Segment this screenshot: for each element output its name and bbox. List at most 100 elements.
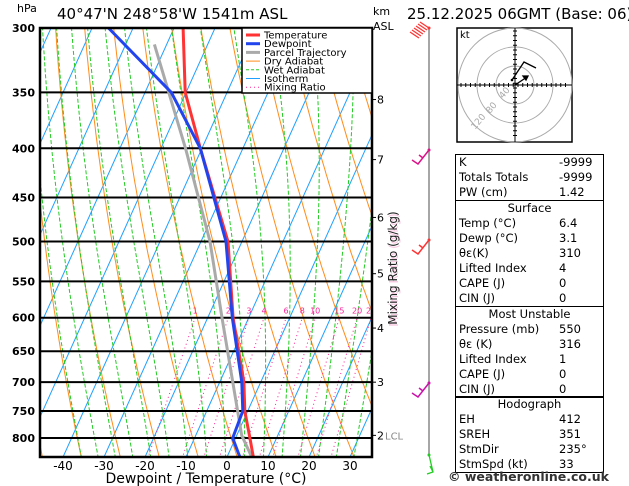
altitude-tick-label: 7 bbox=[377, 154, 384, 167]
pressure-tick-label: 450 bbox=[12, 191, 35, 204]
index-label: CIN (J) bbox=[459, 291, 496, 305]
wet-adiabat-line bbox=[104, 28, 170, 457]
index-label: CIN (J) bbox=[459, 382, 496, 396]
index-row: Lifted Index 4 bbox=[456, 261, 603, 276]
pressure-tick-label: 600 bbox=[12, 312, 35, 325]
isotherm-line bbox=[40, 28, 216, 419]
index-value: 6.4 bbox=[559, 216, 578, 230]
index-value: 3.1 bbox=[559, 231, 578, 245]
mixing-ratio-label: 8 bbox=[300, 307, 305, 316]
index-label: θε (K) bbox=[459, 337, 493, 351]
index-value: 0 bbox=[559, 382, 567, 396]
altitude-tick-label: 4 bbox=[377, 322, 384, 335]
index-value: 310 bbox=[559, 246, 581, 260]
mixing-ratio-label: 20 bbox=[352, 307, 362, 316]
x-axis-title: Dewpoint / Temperature (°C) bbox=[106, 471, 307, 486]
indices-table-most-unstable: Most Unstable Pressure (mb) 550 θε (K) 316 L… bbox=[455, 306, 604, 398]
pressure-tick-label: 750 bbox=[12, 405, 35, 418]
wind-barb-flag bbox=[419, 21, 430, 29]
wind-barb-dot bbox=[427, 26, 431, 30]
index-value: 351 bbox=[559, 427, 581, 441]
wind-barb bbox=[409, 21, 431, 39]
pressure-tick-label: 350 bbox=[12, 86, 35, 99]
index-row: CAPE (J) 0 bbox=[456, 276, 603, 291]
dry-adiabat-line bbox=[605, 21, 629, 458]
wind-barb bbox=[411, 381, 431, 399]
index-value: 235° bbox=[559, 442, 587, 456]
hodograph-trace-start bbox=[510, 78, 514, 82]
hodograph: kt4080120 bbox=[456, 27, 573, 143]
wind-barb bbox=[411, 148, 431, 166]
index-label: Temp (°C) bbox=[459, 216, 517, 230]
index-label: StmDir bbox=[459, 442, 499, 456]
index-value: 0 bbox=[559, 291, 567, 305]
temperature-tick-label: -40 bbox=[53, 459, 73, 473]
wet-adiabat-line bbox=[199, 28, 246, 457]
wind-barb-flag bbox=[417, 23, 428, 31]
mixing-ratio-label: 15 bbox=[334, 307, 344, 316]
index-row: Temp (°C) 6.4 bbox=[456, 216, 603, 231]
pressure-tick-label: 300 bbox=[12, 22, 35, 35]
wind-barb-dot bbox=[427, 148, 431, 152]
section-title: Most Unstable bbox=[488, 307, 571, 321]
mixing-ratio-label: 6 bbox=[284, 307, 289, 316]
index-row: EH 412 bbox=[456, 412, 603, 427]
index-value: 1.42 bbox=[559, 185, 585, 199]
mixing-ratio-label: 4 bbox=[261, 307, 266, 316]
pressure-tick-label: 500 bbox=[12, 236, 35, 249]
index-row: θε(K) 310 bbox=[456, 246, 603, 261]
wind-barb-dot bbox=[427, 238, 431, 242]
parcel-trajectory-line bbox=[152, 43, 254, 457]
altitude-tick-label: 8 bbox=[377, 94, 384, 107]
index-label: θε(K) bbox=[459, 246, 489, 260]
indices-table-hodograph: Hodograph EH 412 SREH 351 StmDir 235° StmSpd (… bbox=[455, 396, 604, 473]
section-title: Surface bbox=[507, 201, 552, 215]
dry-adiabat-line bbox=[142, 28, 238, 457]
wet-adiabat-line bbox=[40, 173, 82, 457]
index-row: CIN (J) 0 bbox=[456, 291, 603, 306]
index-row: Dewp (°C) 3.1 bbox=[456, 231, 603, 246]
indices-table-general: K -9999 Totals Totals -9999 PW (cm) 1.42 bbox=[455, 154, 604, 201]
lcl-label: LCL bbox=[385, 431, 404, 442]
pressure-tick-label: 550 bbox=[12, 275, 35, 288]
index-value: -9999 bbox=[559, 155, 593, 169]
index-label: CAPE (J) bbox=[459, 276, 506, 290]
wind-profile bbox=[409, 21, 434, 475]
index-row: CAPE (J) 0 bbox=[456, 367, 603, 382]
mixing-ratio-label: 1 bbox=[193, 307, 198, 316]
pressure-tick-label: 400 bbox=[12, 142, 35, 155]
index-row: Pressure (mb) 550 bbox=[456, 322, 603, 337]
wind-barb-shaft bbox=[411, 382, 430, 399]
index-label: CAPE (J) bbox=[459, 367, 506, 381]
index-row: Lifted Index 1 bbox=[456, 352, 603, 367]
wind-barb-shaft bbox=[411, 239, 430, 256]
wet-adiabat-line bbox=[370, 450, 372, 457]
index-row-totals: Totals Totals -9999 bbox=[456, 170, 603, 185]
pressure-tick-label: 800 bbox=[12, 432, 35, 445]
wind-barb-flag bbox=[411, 29, 422, 37]
index-label: EH bbox=[459, 412, 475, 426]
index-value: -9999 bbox=[559, 170, 593, 184]
index-row-pw: PW (cm) 1.42 bbox=[456, 185, 603, 200]
index-value: 316 bbox=[559, 337, 581, 351]
index-row: StmDir 235° bbox=[456, 442, 603, 457]
legend: TemperatureDewpointParcel TrajectoryDry … bbox=[241, 27, 373, 94]
pressure-tick-label: 700 bbox=[12, 376, 35, 389]
index-value: 550 bbox=[559, 322, 581, 336]
mixing-ratio-axis-title: Mixing Ratio (g/kg) bbox=[386, 211, 400, 324]
index-label: Pressure (mb) bbox=[459, 322, 540, 336]
index-row: θε (K) 316 bbox=[456, 337, 603, 352]
index-value: 1 bbox=[559, 352, 567, 366]
legend-label: Mixing Ratio bbox=[264, 83, 326, 94]
mixing-ratio-label: 10 bbox=[310, 307, 320, 316]
wet-adiabat-line bbox=[70, 28, 134, 457]
index-row: CIN (J) 0 bbox=[456, 382, 603, 397]
pressure-tick-label: 650 bbox=[12, 345, 35, 358]
copyright: © weatheronline.co.uk bbox=[448, 469, 609, 484]
index-value: 4 bbox=[559, 261, 567, 275]
index-label: K bbox=[459, 155, 467, 169]
index-row: SREH 351 bbox=[456, 427, 603, 442]
index-label: SREH bbox=[459, 427, 491, 441]
altitude-tick-label: 3 bbox=[377, 376, 384, 389]
index-label: PW (cm) bbox=[459, 185, 508, 199]
